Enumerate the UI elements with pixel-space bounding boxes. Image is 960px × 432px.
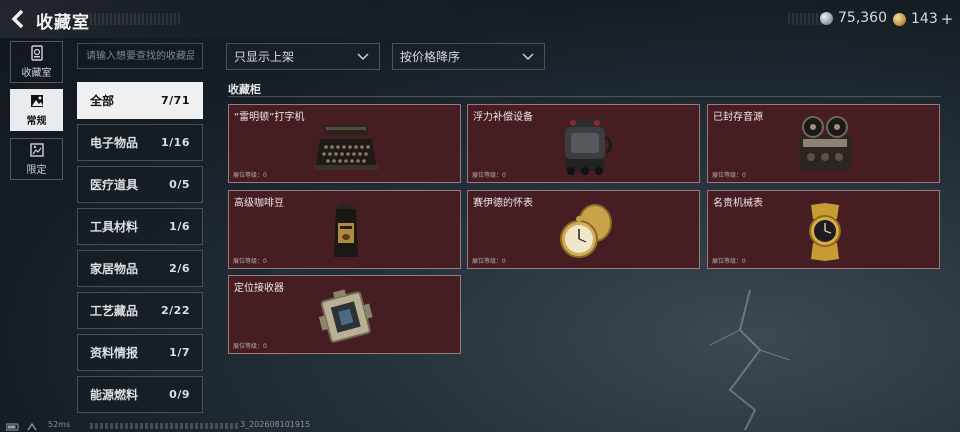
item-name: 赛伊德的怀表 bbox=[473, 198, 533, 209]
item-name: 高级咖啡豆 bbox=[234, 198, 284, 209]
lightning-decoration bbox=[709, 290, 791, 430]
tab-collection-room[interactable]: 收藏室 bbox=[10, 41, 63, 83]
item-name: 定位接收器 bbox=[234, 283, 284, 294]
collection-item-card[interactable]: 已封存音源 展位等级：0 bbox=[707, 104, 940, 183]
item-name: 浮力补偿设备 bbox=[473, 112, 533, 123]
category-label: 能源燃料 bbox=[90, 388, 139, 402]
category-label: 全部 bbox=[90, 94, 115, 108]
tab-collection-room-label: 收藏室 bbox=[21, 68, 52, 79]
category-count: 1/16 bbox=[161, 136, 190, 149]
sort-value: 按价格降序 bbox=[400, 50, 461, 64]
category-household[interactable]: 家居物品 2/6 bbox=[77, 250, 203, 287]
collection-item-card[interactable]: 赛伊德的怀表 展位等级：0 bbox=[467, 190, 700, 269]
wristwatch-icon bbox=[809, 203, 841, 261]
item-name: 已封存音源 bbox=[713, 112, 763, 123]
category-tools[interactable]: 工具材料 1/6 bbox=[77, 208, 203, 245]
silver-currency-value: 75,360 bbox=[838, 10, 887, 26]
category-label: 工具材料 bbox=[90, 220, 139, 234]
ping-value: 52ms bbox=[48, 420, 71, 429]
item-name: “雷明顿”打字机 bbox=[234, 112, 305, 123]
booth-level: 展位等级：0 bbox=[233, 258, 267, 265]
tab-regular[interactable]: 常规 bbox=[10, 89, 63, 131]
search-input[interactable] bbox=[77, 43, 203, 69]
category-electronics[interactable]: 电子物品 1/16 bbox=[77, 124, 203, 161]
category-energy[interactable]: 能源燃料 0/9 bbox=[77, 376, 203, 413]
version-decoration bbox=[90, 423, 240, 429]
category-label: 资料情报 bbox=[90, 346, 139, 360]
chevron-down-icon bbox=[357, 52, 369, 60]
category-label: 家居物品 bbox=[90, 262, 139, 276]
category-label: 医疗道具 bbox=[90, 178, 139, 192]
category-intel[interactable]: 资料情报 1/7 bbox=[77, 334, 203, 371]
limited-icon bbox=[29, 143, 44, 157]
top-bar: 收藏室 75,360 143 + bbox=[0, 0, 960, 38]
collection-item-card[interactable]: “雷明顿”打字机 展位等级：0 bbox=[228, 104, 461, 183]
booth-level: 展位等级：0 bbox=[712, 172, 746, 179]
silver-currency: 75,360 bbox=[820, 10, 887, 26]
booth-level: 展位等级：0 bbox=[472, 172, 506, 179]
category-count: 7/71 bbox=[161, 94, 190, 107]
collection-room-icon bbox=[30, 45, 43, 61]
title-decoration bbox=[90, 13, 180, 25]
coffee-bean-bag-icon bbox=[334, 203, 358, 257]
collection-item-card[interactable]: 高级咖啡豆 展位等级：0 bbox=[228, 190, 461, 269]
category-count: 1/7 bbox=[169, 346, 190, 359]
page-title: 收藏室 bbox=[36, 13, 90, 33]
collection-item-card[interactable]: 名贵机械表 展位等级：0 bbox=[707, 190, 940, 269]
collection-item-card[interactable]: 定位接收器 展位等级：0 bbox=[228, 275, 461, 354]
locator-receiver-icon bbox=[318, 289, 373, 343]
category-crafts[interactable]: 工艺藏品 2/22 bbox=[77, 292, 203, 329]
collection-item-card[interactable]: 浮力补偿设备 展位等级：0 bbox=[467, 104, 700, 183]
cabinet-title: 收藏柜 bbox=[228, 83, 261, 96]
version-label: 3_202608101915 bbox=[240, 420, 311, 429]
booth-level: 展位等级：0 bbox=[233, 172, 267, 179]
category-count: 2/6 bbox=[169, 262, 190, 275]
silver-coin-icon bbox=[820, 11, 833, 25]
pocket-watch-icon bbox=[560, 204, 612, 258]
chevron-down-icon bbox=[522, 52, 534, 60]
tab-limited-label: 限定 bbox=[26, 165, 47, 176]
regular-icon bbox=[30, 95, 43, 107]
sort-dropdown[interactable]: 按价格降序 bbox=[392, 43, 545, 70]
category-count: 2/22 bbox=[161, 304, 190, 317]
buoyancy-compensator-icon bbox=[565, 119, 612, 175]
back-arrow-icon[interactable] bbox=[8, 8, 30, 30]
category-medical[interactable]: 医疗道具 0/5 bbox=[77, 166, 203, 203]
tab-regular-label: 常规 bbox=[26, 116, 47, 127]
display-filter-dropdown[interactable]: 只显示上架 bbox=[226, 43, 380, 70]
category-label: 电子物品 bbox=[90, 136, 139, 150]
status-footer: 52ms 3_202608101915 bbox=[0, 420, 960, 432]
divider bbox=[228, 96, 941, 97]
reel-to-reel-recorder-icon bbox=[799, 116, 851, 171]
category-count: 0/9 bbox=[169, 388, 190, 401]
category-label: 工艺藏品 bbox=[90, 304, 139, 318]
gold-currency[interactable]: 143 + bbox=[893, 10, 953, 28]
category-all[interactable]: 全部 7/71 bbox=[77, 82, 203, 119]
booth-level: 展位等级：0 bbox=[472, 258, 506, 265]
display-filter-value: 只显示上架 bbox=[234, 50, 295, 64]
tab-limited[interactable]: 限定 bbox=[10, 138, 63, 180]
category-count: 0/5 bbox=[169, 178, 190, 191]
add-currency-button[interactable]: + bbox=[941, 10, 954, 28]
category-count: 1/6 bbox=[169, 220, 190, 233]
gold-coin-icon bbox=[893, 12, 906, 26]
booth-level: 展位等级：0 bbox=[233, 343, 267, 350]
item-name: 名贵机械表 bbox=[713, 198, 763, 209]
signal-icon bbox=[6, 422, 37, 431]
typewriter-icon bbox=[314, 125, 378, 170]
booth-level: 展位等级：0 bbox=[712, 258, 746, 265]
gold-currency-value: 143 bbox=[911, 11, 938, 27]
